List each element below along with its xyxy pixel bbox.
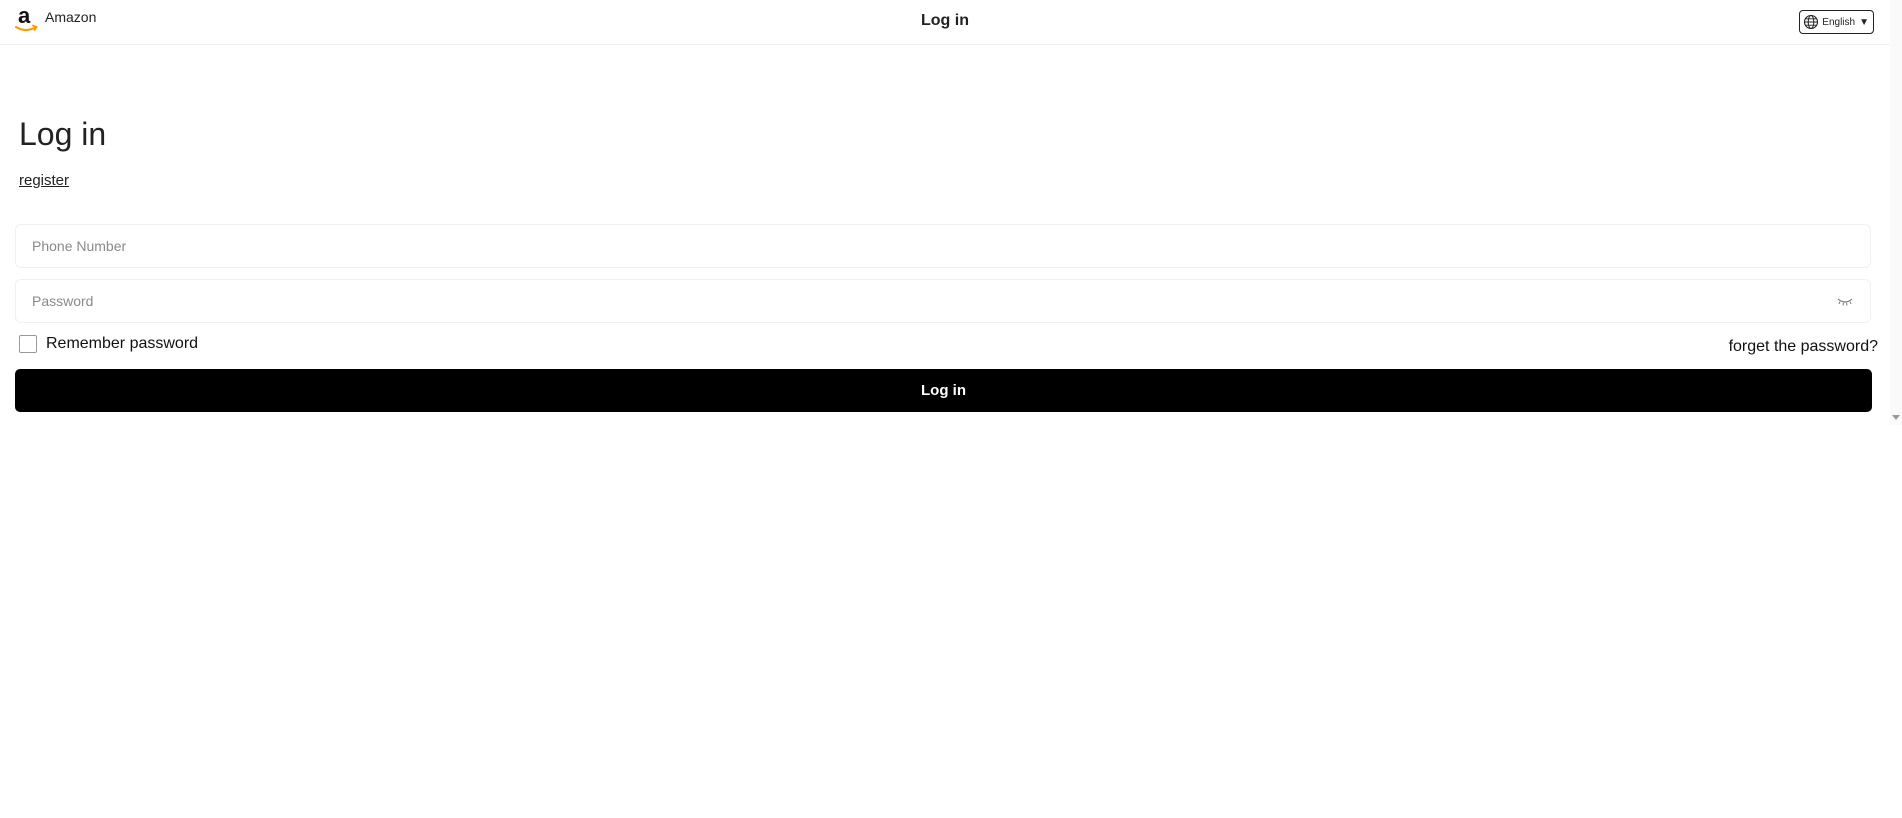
scroll-down-arrow-icon[interactable] — [1892, 415, 1900, 420]
password-input[interactable] — [32, 280, 1832, 322]
remember-password[interactable]: Remember password — [19, 335, 198, 353]
phone-number-input[interactable] — [32, 225, 1832, 267]
login-page: a Amazon Log in English ▼ Log in registe… — [0, 0, 1902, 818]
eye-closed-icon[interactable] — [1836, 294, 1854, 308]
login-button[interactable]: Log in — [15, 369, 1872, 412]
password-field — [15, 279, 1871, 323]
phone-number-field — [15, 224, 1871, 268]
remember-password-label: Remember password — [46, 335, 199, 352]
language-label: English — [1822, 16, 1856, 28]
page-title: Log in — [19, 116, 107, 152]
register-link[interactable]: register — [19, 172, 69, 189]
globe-icon — [1804, 14, 1819, 30]
chevron-down-icon: ▼ — [1859, 16, 1869, 28]
scrollbar[interactable] — [1890, 0, 1902, 425]
header-title: Log in — [921, 12, 969, 29]
language-select[interactable]: English ▼ — [1799, 10, 1874, 34]
remember-password-checkbox[interactable] — [19, 335, 37, 353]
top-header: a Amazon Log in English ▼ — [0, 0, 1890, 45]
forgot-password-link[interactable]: forget the password? — [1729, 338, 1878, 356]
